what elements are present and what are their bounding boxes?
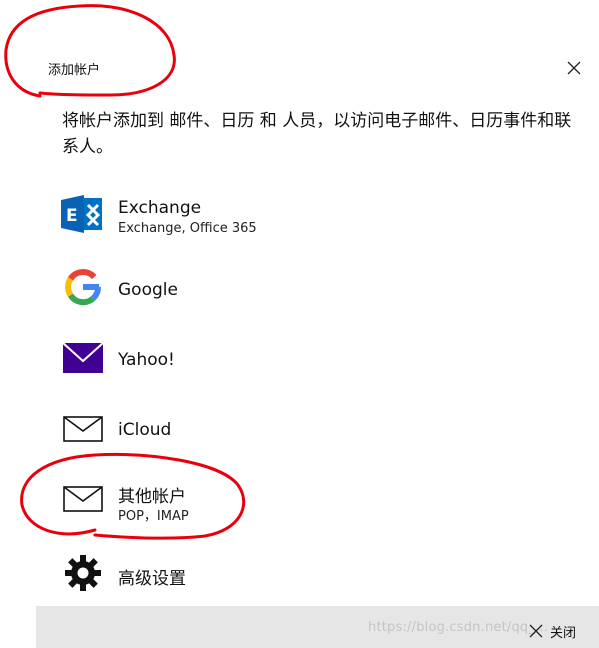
account-name: Yahoo! — [118, 350, 175, 370]
close-icon[interactable] — [564, 58, 584, 78]
advanced-settings-option[interactable]: 高级设置 — [60, 552, 540, 608]
account-name: Google — [118, 280, 178, 300]
account-option-other[interactable]: 其他帐户 POP，IMAP — [60, 478, 540, 534]
yahoo-mail-icon — [62, 342, 104, 378]
exchange-icon: E — [60, 194, 104, 238]
account-option-exchange[interactable]: E Exchange Exchange, Office 365 — [60, 194, 540, 250]
close-icon — [529, 624, 543, 638]
dialog-footer: https://blog.csdn.net/qq_... 关闭 — [36, 606, 599, 648]
google-icon — [63, 266, 103, 312]
dialog-description: 将帐户添加到 邮件、日历 和 人员，以访问电子邮件、日历事件和联系人。 — [62, 111, 572, 157]
close-button-label: 关闭 — [550, 626, 577, 641]
envelope-icon — [63, 486, 103, 516]
account-name: iCloud — [118, 420, 172, 440]
account-option-icloud[interactable]: iCloud — [60, 408, 540, 464]
account-option-google[interactable]: Google — [60, 266, 540, 322]
annotation-circle-title — [4, 4, 176, 98]
account-name: Exchange — [118, 198, 202, 218]
svg-text:E: E — [66, 206, 78, 226]
account-name: 其他帐户 — [118, 487, 186, 507]
annotation-marks — [4, 4, 246, 540]
close-button[interactable]: 关闭 — [528, 621, 584, 641]
account-option-yahoo[interactable]: Yahoo! — [60, 338, 540, 394]
dialog-title: 添加帐户 — [48, 63, 101, 78]
watermark: https://blog.csdn.net/qq_... — [368, 620, 549, 635]
envelope-icon — [63, 416, 103, 446]
advanced-settings-label: 高级设置 — [118, 569, 186, 589]
account-subtitle: Exchange, Office 365 — [118, 221, 257, 236]
account-subtitle: POP，IMAP — [118, 509, 189, 524]
gear-icon — [64, 554, 102, 596]
